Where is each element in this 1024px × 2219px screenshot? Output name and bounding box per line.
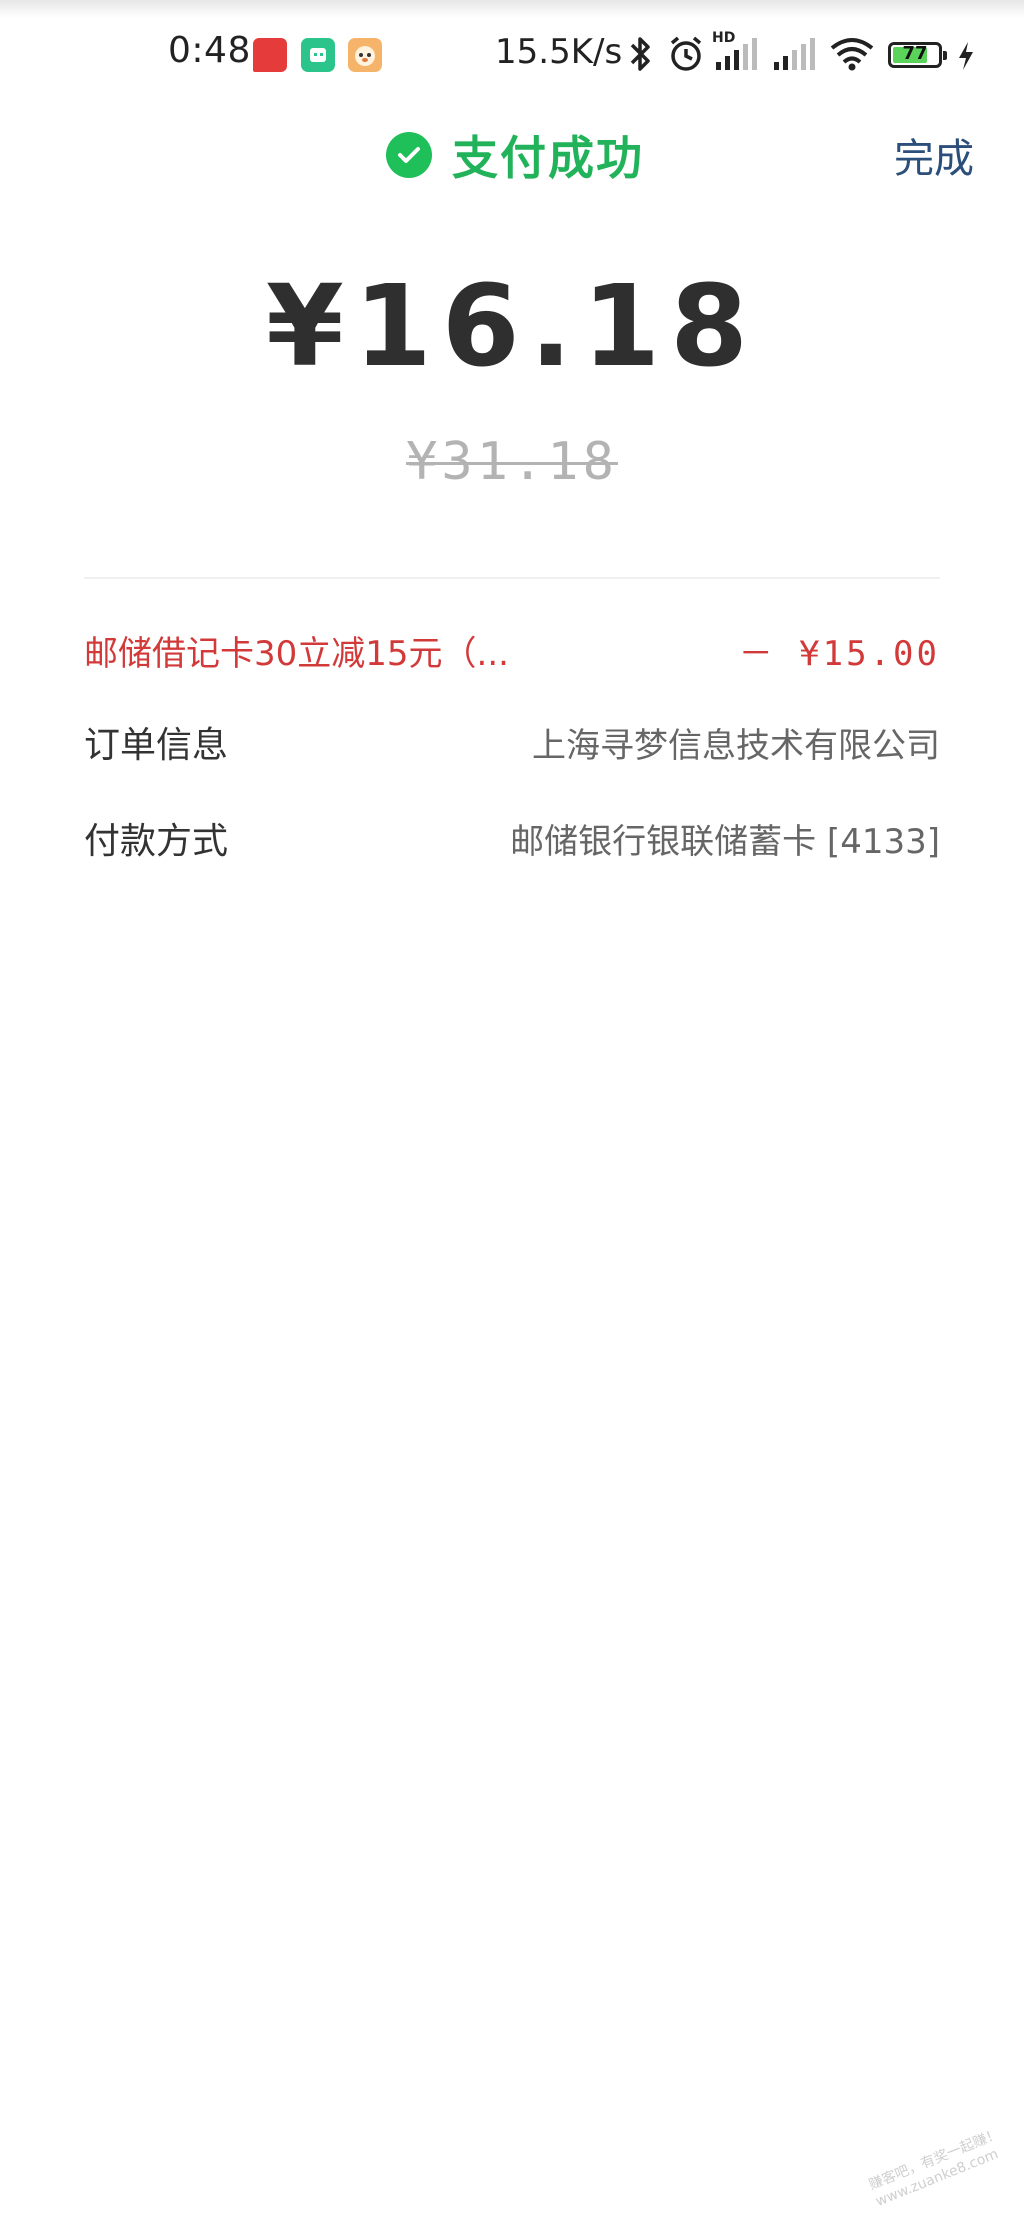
battery-indicator: 77 bbox=[888, 42, 947, 68]
charging-icon bbox=[959, 42, 973, 70]
cell-signal-icon bbox=[716, 38, 757, 70]
bluetooth-icon bbox=[630, 37, 650, 71]
check-circle-icon bbox=[386, 132, 432, 178]
status-bar: 0:48 15.5K/s HD 77 bbox=[0, 0, 1024, 112]
paid-amount: ¥16.18 bbox=[265, 262, 759, 392]
battery-level: 77 bbox=[902, 43, 928, 64]
wifi-icon bbox=[830, 38, 874, 71]
header: 支付成功 完成 bbox=[0, 112, 1024, 200]
discount-label: 邮储借记卡30立减15元（... bbox=[84, 633, 509, 674]
notification-app-icon bbox=[301, 38, 335, 72]
original-amount: ¥31.18 bbox=[406, 432, 618, 492]
cell-signal-icon bbox=[774, 38, 815, 70]
discount-value: － ¥15.00 bbox=[738, 633, 940, 674]
alarm-icon bbox=[670, 36, 702, 71]
watermark: 赚客吧，有奖一起赚！ www.zuanke8.com bbox=[866, 2125, 1009, 2211]
notification-app-icon bbox=[348, 38, 382, 72]
merchant-name: 上海寻梦信息技术有限公司 bbox=[532, 725, 940, 766]
discount-row[interactable]: 邮储借记卡30立减15元（... － ¥15.00 bbox=[84, 620, 940, 680]
payment-method-value: 邮储银行银联储蓄卡 [4133] bbox=[510, 821, 940, 862]
order-info-label: 订单信息 bbox=[84, 725, 229, 766]
payment-method-label: 付款方式 bbox=[84, 821, 229, 862]
done-button[interactable]: 完成 bbox=[894, 126, 974, 184]
payment-method-row[interactable]: 付款方式 邮储银行银联储蓄卡 [4133] bbox=[84, 808, 940, 868]
order-info-row[interactable]: 订单信息 上海寻梦信息技术有限公司 bbox=[84, 712, 940, 772]
page-title: 支付成功 bbox=[452, 131, 644, 185]
divider bbox=[84, 577, 940, 579]
notification-app-icon bbox=[253, 38, 287, 72]
network-speed: 15.5K/s bbox=[495, 32, 623, 72]
status-time: 0:48 bbox=[168, 30, 251, 71]
payment-success-title: 支付成功 bbox=[386, 122, 644, 188]
